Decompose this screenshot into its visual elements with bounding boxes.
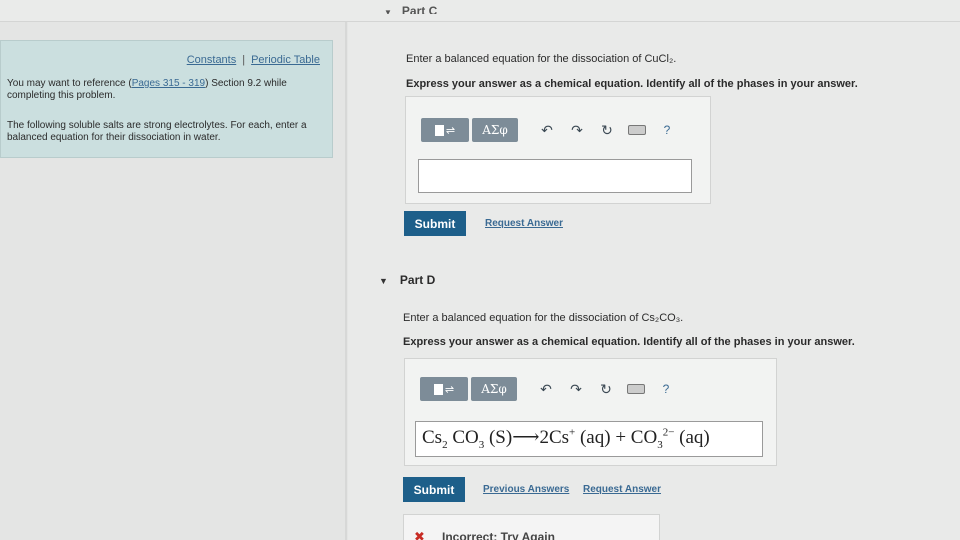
keyboard-icon[interactable] — [628, 125, 646, 135]
part-c-editor: ⇌ ΑΣφ ↶ ↷ ↻ ? — [405, 96, 711, 204]
part-c-prompt: Enter a balanced equation for the dissoc… — [406, 53, 677, 65]
undo-icon[interactable]: ↶ — [532, 122, 562, 139]
part-d-request-answer-link[interactable]: Request Answer — [583, 484, 661, 495]
eq-sub: 3 — [657, 438, 663, 451]
part-d-prompt: Enter a balanced equation for the dissoc… — [403, 312, 684, 324]
pages-link[interactable]: Pages 315 - 319 — [132, 78, 205, 89]
sidebar-panel: Constants | Periodic Table You may want to… — [0, 40, 333, 158]
part-d-instruction: Express your answer as a chemical equati… — [403, 336, 855, 348]
eq-cs: Cs — [422, 427, 443, 448]
greek-symbols-button[interactable]: ΑΣφ — [472, 118, 518, 142]
part-c-instruction: Express your answer as a chemical equati… — [406, 78, 858, 90]
reference-prefix: You may want to reference ( — [7, 78, 132, 89]
part-c-submit-button[interactable]: Submit — [404, 211, 466, 236]
column-divider — [345, 22, 347, 540]
reference-text: You may want to reference (Pages 315 - 3… — [7, 78, 317, 102]
eq-charge: 2− — [662, 426, 675, 439]
redo-icon[interactable]: ↷ — [561, 381, 591, 398]
eq-products: (S)⟶2Cs — [484, 427, 570, 448]
periodic-table-link[interactable]: Periodic Table — [251, 54, 320, 66]
part-d-submit-button[interactable]: Submit — [403, 477, 465, 502]
help-icon[interactable]: ? — [652, 123, 682, 137]
help-icon[interactable]: ? — [651, 382, 681, 396]
collapse-triangle-icon: ▼ — [384, 8, 392, 14]
part-c-answer-input[interactable] — [418, 159, 692, 193]
template-icon — [433, 383, 443, 395]
eq-co: CO — [447, 427, 479, 448]
keyboard-icon[interactable] — [627, 384, 645, 394]
eq-carbonate: (aq) + CO — [575, 427, 658, 448]
part-c-header[interactable]: ▼ Part C — [384, 4, 437, 14]
redo-icon[interactable]: ↷ — [562, 122, 592, 139]
reset-icon[interactable]: ↻ — [592, 122, 622, 139]
constants-link[interactable]: Constants — [187, 54, 237, 66]
undo-icon[interactable]: ↶ — [531, 381, 561, 398]
part-c-title: Part C — [401, 4, 438, 14]
part-d-toolbar: ⇌ ΑΣφ ↶ ↷ ↻ ? — [420, 377, 681, 401]
templates-button[interactable]: ⇌ — [421, 118, 469, 142]
problem-intro: The following soluble salts are strong e… — [7, 120, 307, 143]
templates-button[interactable]: ⇌ — [420, 377, 468, 401]
part-d-answer-equation: Cs2 CO3 (S)⟶2Cs+ (aq) + CO32− (aq) — [416, 422, 762, 455]
greek-symbols-button[interactable]: ΑΣφ — [471, 377, 517, 401]
eq-phase: (aq) — [674, 427, 710, 448]
template-icon — [434, 124, 444, 136]
part-d-title: Part D — [399, 273, 436, 287]
top-strip — [0, 0, 960, 22]
feedback-box: ✖ Incorrect; Try Again — [403, 514, 660, 540]
part-d-answer-input[interactable]: Cs2 CO3 (S)⟶2Cs+ (aq) + CO32− (aq) — [415, 421, 763, 457]
link-separator: | — [242, 54, 246, 66]
resource-links: Constants | Periodic Table — [187, 54, 320, 66]
previous-answers-link[interactable]: Previous Answers — [483, 484, 569, 495]
part-d-editor: ⇌ ΑΣφ ↶ ↷ ↻ ? Cs2 CO3 (S)⟶2Cs+ (aq) + CO… — [404, 358, 777, 466]
incorrect-icon: ✖ — [414, 529, 425, 540]
part-c-request-answer-link[interactable]: Request Answer — [485, 218, 563, 229]
reset-icon[interactable]: ↻ — [591, 381, 621, 398]
part-d-header[interactable]: ▼ Part D — [379, 273, 435, 287]
feedback-text: Incorrect; Try Again — [442, 530, 555, 540]
part-c-toolbar: ⇌ ΑΣφ ↶ ↷ ↻ ? — [421, 118, 682, 142]
expand-triangle-icon: ▼ — [379, 276, 388, 286]
